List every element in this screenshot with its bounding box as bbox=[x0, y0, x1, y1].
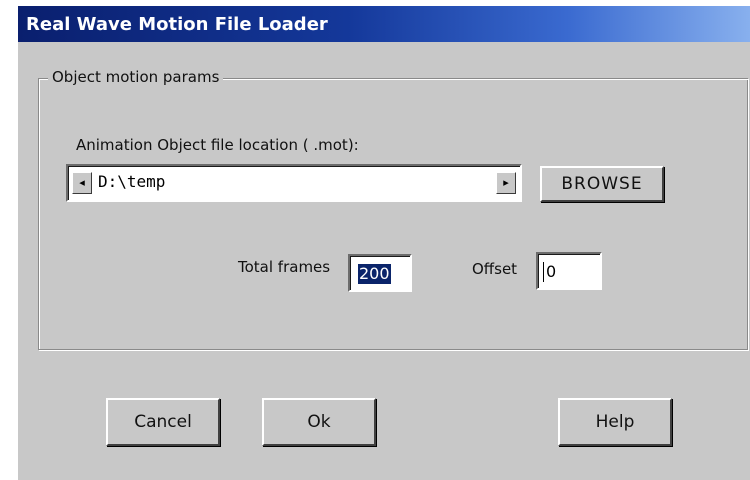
title-bar[interactable]: Real Wave Motion File Loader bbox=[18, 6, 750, 42]
cancel-button[interactable]: Cancel bbox=[106, 398, 220, 446]
scroll-left-icon[interactable]: ◂ bbox=[72, 172, 92, 194]
group-divider bbox=[298, 78, 748, 80]
file-path-value: D:\temp bbox=[98, 172, 166, 191]
text-caret bbox=[543, 262, 544, 282]
help-button[interactable]: Help bbox=[558, 398, 672, 446]
dialog-window: Real Wave Motion File Loader Object moti… bbox=[18, 6, 750, 480]
ok-button[interactable]: Ok bbox=[262, 398, 376, 446]
group-label: Object motion params bbox=[48, 68, 224, 86]
offset-label: Offset bbox=[472, 260, 518, 278]
offset-value: 0 bbox=[546, 262, 557, 281]
file-path-input[interactable]: ◂ D:\temp ▸ bbox=[66, 164, 522, 202]
total-frames-value: 200 bbox=[358, 264, 391, 284]
motion-params-group bbox=[38, 78, 748, 350]
total-frames-label: Total frames bbox=[238, 258, 331, 276]
window-title: Real Wave Motion File Loader bbox=[26, 14, 328, 35]
offset-input[interactable]: 0 bbox=[536, 252, 602, 290]
scroll-right-icon[interactable]: ▸ bbox=[496, 172, 516, 194]
browse-button[interactable]: BROWSE bbox=[540, 166, 664, 202]
file-location-label: Animation Object file location ( .mot): bbox=[76, 136, 359, 154]
total-frames-input[interactable]: 200 bbox=[348, 254, 412, 292]
